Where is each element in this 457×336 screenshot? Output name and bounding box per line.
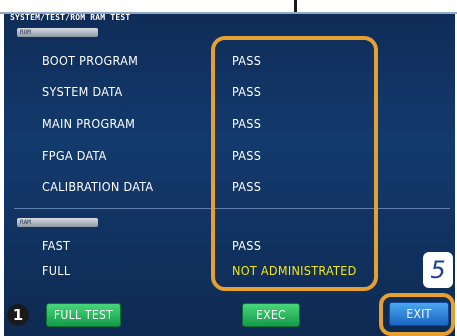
rom-row-label: SYSTEM DATA <box>42 84 123 99</box>
exec-button[interactable]: EXEC <box>242 303 300 327</box>
exit-highlight-box <box>379 293 455 336</box>
rom-section-header: ROM <box>17 28 98 37</box>
rom-row-label: BOOT PROGRAM <box>42 53 139 68</box>
ram-section-label: RAM <box>20 219 31 226</box>
rom-row-label: FPGA DATA <box>42 148 107 163</box>
results-highlight-box <box>211 36 378 291</box>
full-test-button[interactable]: FULL TEST <box>46 303 121 327</box>
ram-row-label: FAST <box>42 238 71 253</box>
rom-row-label: CALIBRATION DATA <box>42 179 154 194</box>
screen-title: SYSTEM/TEST/ROM RAM TEST <box>10 13 131 22</box>
rom-section-label: ROM <box>20 29 31 36</box>
ram-row-label: FULL <box>42 263 71 278</box>
ram-section-header: RAM <box>17 218 98 227</box>
rom-row-label: MAIN PROGRAM <box>42 116 136 131</box>
step-5-badge: 5 <box>423 252 453 288</box>
step-1-badge: 1 <box>7 304 29 326</box>
